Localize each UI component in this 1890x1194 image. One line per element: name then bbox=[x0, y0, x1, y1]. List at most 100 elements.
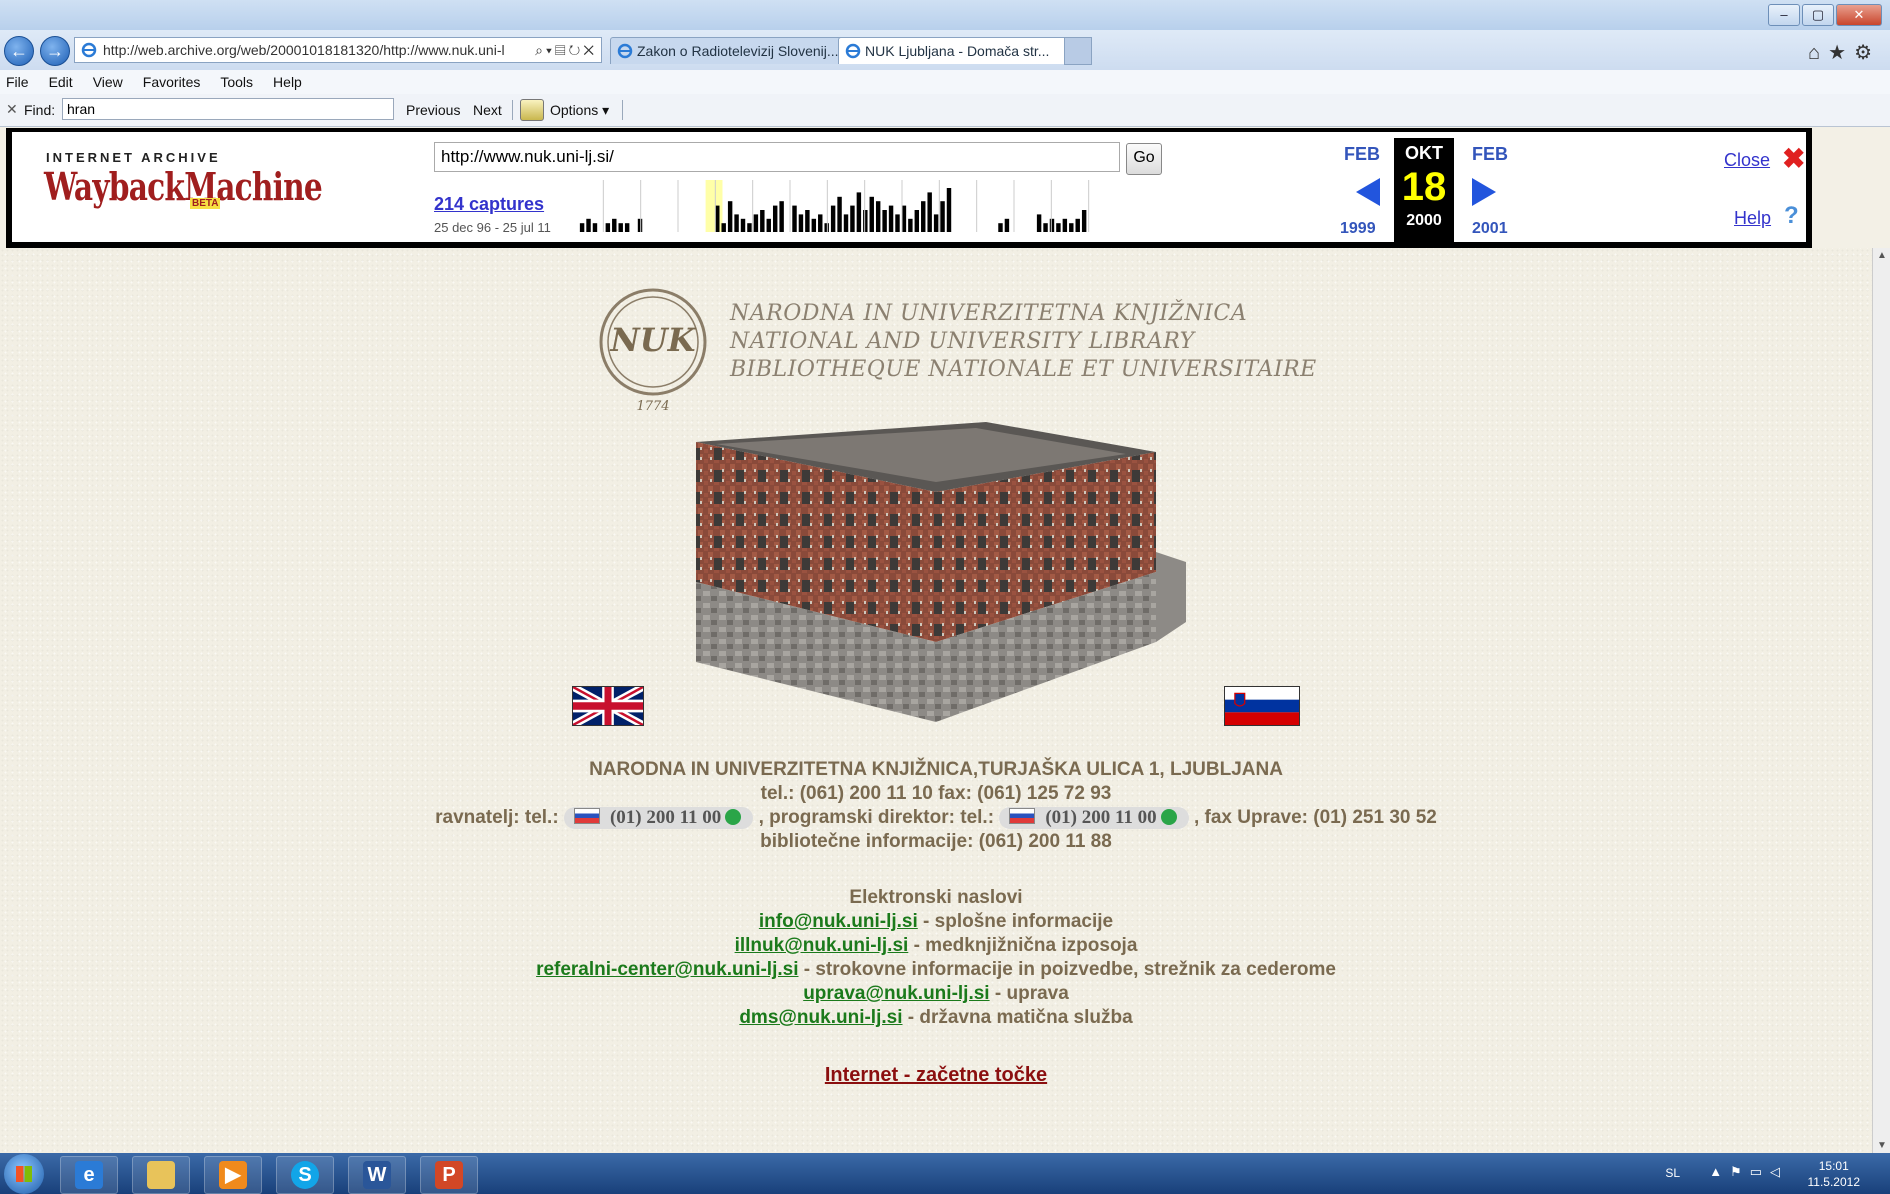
capture-bar[interactable] bbox=[882, 210, 887, 232]
email-link[interactable]: uprava@nuk.uni-lj.si bbox=[803, 983, 989, 1004]
taskbar-word[interactable]: W bbox=[348, 1156, 406, 1194]
capture-bar[interactable] bbox=[721, 223, 726, 232]
capture-bar[interactable] bbox=[1056, 223, 1061, 232]
taskbar-media-player[interactable]: ▶ bbox=[204, 1156, 262, 1194]
menu-help[interactable]: Help bbox=[273, 74, 316, 90]
capture-bar[interactable] bbox=[592, 223, 598, 232]
close-x-icon[interactable]: ✖ bbox=[1782, 142, 1805, 175]
capture-bar[interactable] bbox=[618, 223, 623, 232]
back-button[interactable]: ← bbox=[4, 36, 34, 66]
find-next-button[interactable]: Next bbox=[473, 102, 502, 118]
find-input[interactable] bbox=[62, 98, 394, 120]
capture-bar[interactable] bbox=[753, 214, 759, 232]
tab-nuk[interactable]: NUK Ljubljana - Domača str... ✕ bbox=[838, 37, 1092, 64]
capture-bar[interactable] bbox=[940, 201, 945, 232]
forward-button[interactable]: → bbox=[40, 36, 70, 66]
prev-year[interactable]: 1999 bbox=[1340, 220, 1376, 238]
taskbar-powerpoint[interactable]: P bbox=[420, 1156, 478, 1194]
capture-bar[interactable] bbox=[895, 214, 900, 232]
close-window-button[interactable]: ✕ bbox=[1836, 4, 1882, 26]
email-link[interactable]: illnuk@nuk.uni-lj.si bbox=[735, 935, 909, 956]
wayback-logo[interactable]: WaybackMachine bbox=[44, 164, 323, 209]
email-link[interactable]: info@nuk.uni-lj.si bbox=[759, 911, 918, 932]
capture-bar[interactable] bbox=[792, 205, 797, 232]
highlight-icon[interactable] bbox=[520, 99, 544, 121]
minimize-button[interactable]: – bbox=[1768, 4, 1800, 26]
address-controls[interactable]: ⌕▾▤↻✕ bbox=[535, 38, 597, 62]
english-flag[interactable] bbox=[572, 686, 644, 726]
capture-bar[interactable] bbox=[914, 210, 920, 232]
taskbar-ie[interactable]: e bbox=[60, 1156, 118, 1194]
capture-bar[interactable] bbox=[863, 210, 868, 232]
capture-bar[interactable] bbox=[605, 223, 611, 232]
address-bar[interactable]: http://web.archive.org/web/2000101818132… bbox=[74, 37, 602, 63]
capture-bar[interactable] bbox=[766, 218, 771, 232]
maximize-button[interactable]: ▢ bbox=[1802, 4, 1834, 26]
capture-bar[interactable] bbox=[850, 205, 855, 232]
capture-bar[interactable] bbox=[779, 201, 784, 232]
capture-bar[interactable] bbox=[740, 218, 746, 232]
capture-bar[interactable] bbox=[856, 192, 862, 232]
capture-bar[interactable] bbox=[811, 218, 817, 232]
capture-bar[interactable] bbox=[586, 218, 591, 232]
find-options-button[interactable]: Options ▾ bbox=[550, 102, 609, 119]
capture-bar[interactable] bbox=[805, 210, 810, 232]
start-button[interactable] bbox=[4, 1154, 44, 1194]
capture-bar[interactable] bbox=[1069, 223, 1074, 232]
slovenian-flag[interactable] bbox=[1224, 686, 1300, 726]
close-find-icon[interactable]: ✕ bbox=[6, 101, 18, 118]
capture-bar[interactable] bbox=[760, 210, 765, 232]
prev-month[interactable]: FEB bbox=[1344, 144, 1380, 165]
scroll-down-icon[interactable]: ▼ bbox=[1877, 1140, 1887, 1151]
next-capture-arrow-icon[interactable] bbox=[1472, 178, 1496, 206]
capture-bar[interactable] bbox=[637, 218, 643, 232]
capture-bar[interactable] bbox=[875, 201, 881, 232]
taskbar-explorer[interactable] bbox=[132, 1156, 190, 1194]
menu-favorites[interactable]: Favorites bbox=[143, 74, 215, 90]
wayback-help-link[interactable]: Help bbox=[1734, 208, 1771, 229]
vertical-scrollbar[interactable]: ▲ ▼ bbox=[1872, 248, 1890, 1153]
capture-bar[interactable] bbox=[830, 205, 836, 232]
capture-bar[interactable] bbox=[612, 218, 617, 232]
capture-bar[interactable] bbox=[998, 223, 1003, 232]
capture-bar[interactable] bbox=[921, 201, 926, 232]
home-icon[interactable]: ⌂ bbox=[1808, 42, 1828, 64]
clock[interactable]: 15:01 11.5.2012 bbox=[1808, 1158, 1861, 1190]
captures-sparkline[interactable] bbox=[566, 180, 1126, 232]
capture-bar[interactable] bbox=[1036, 214, 1042, 232]
capture-bar[interactable] bbox=[1081, 210, 1087, 232]
prev-capture-arrow-icon[interactable] bbox=[1356, 178, 1380, 206]
find-previous-button[interactable]: Previous bbox=[406, 102, 460, 118]
capture-bar[interactable] bbox=[747, 223, 752, 232]
capture-bar[interactable] bbox=[1004, 218, 1010, 232]
capture-bar[interactable] bbox=[843, 214, 849, 232]
capture-bar[interactable] bbox=[727, 201, 733, 232]
capture-bar[interactable] bbox=[837, 196, 842, 232]
wayback-close-link[interactable]: Close bbox=[1724, 150, 1770, 171]
menu-tools[interactable]: Tools bbox=[220, 74, 267, 90]
capture-bar[interactable] bbox=[1049, 218, 1055, 232]
gear-icon[interactable]: ⚙ bbox=[1854, 42, 1880, 64]
capture-bar[interactable] bbox=[946, 188, 952, 232]
capture-bar[interactable] bbox=[933, 214, 939, 232]
tab-zakon[interactable]: Zakon o Radiotelevizij Slovenij... bbox=[610, 37, 844, 64]
scroll-up-icon[interactable]: ▲ bbox=[1877, 250, 1887, 261]
menu-file[interactable]: File bbox=[6, 74, 43, 90]
menu-view[interactable]: View bbox=[93, 74, 137, 90]
capture-bar[interactable] bbox=[734, 214, 739, 232]
capture-bar[interactable] bbox=[772, 205, 778, 232]
program-phone-pill[interactable]: (01) 200 11 00 bbox=[999, 807, 1189, 829]
tray-icons[interactable]: ▲⚑▭◁ bbox=[1709, 1164, 1788, 1180]
next-month[interactable]: FEB bbox=[1472, 144, 1508, 165]
wayback-url-input[interactable] bbox=[434, 142, 1120, 172]
capture-bar[interactable] bbox=[888, 205, 894, 232]
capture-bar[interactable] bbox=[908, 218, 913, 232]
language-indicator[interactable]: SL bbox=[1665, 1166, 1680, 1180]
email-link[interactable]: referalni-center@nuk.uni-lj.si bbox=[536, 959, 798, 980]
next-year[interactable]: 2001 bbox=[1472, 220, 1508, 238]
menu-edit[interactable]: Edit bbox=[49, 74, 87, 90]
capture-bar[interactable] bbox=[798, 214, 804, 232]
capture-bar[interactable] bbox=[824, 223, 829, 232]
new-tab-button[interactable] bbox=[1064, 37, 1092, 65]
captures-link[interactable]: 214 captures bbox=[434, 194, 544, 215]
